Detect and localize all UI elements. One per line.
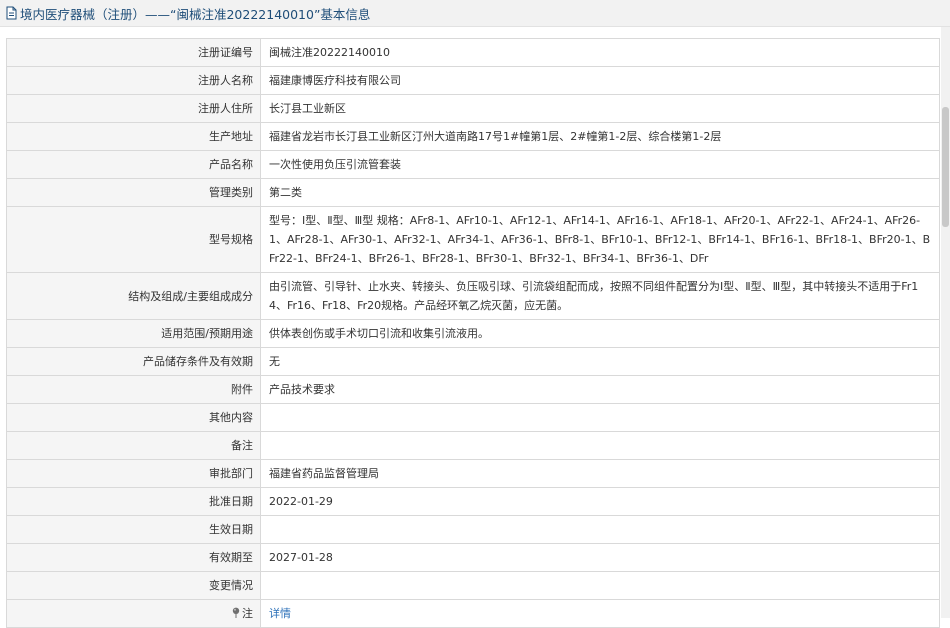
row-value bbox=[260, 571, 940, 600]
row-label: 产品储存条件及有效期 bbox=[6, 347, 261, 376]
table-row: 产品储存条件及有效期 无 bbox=[6, 347, 940, 376]
row-label: 附件 bbox=[6, 375, 261, 404]
row-label: 产品名称 bbox=[6, 150, 261, 179]
details-link[interactable]: 详情 bbox=[269, 607, 291, 620]
table-row: 注册证编号 闽械注准20222140010 bbox=[6, 38, 940, 67]
page-title: 境内医疗器械（注册）——“闽械注准20222140010”基本信息 bbox=[20, 6, 371, 22]
row-label: 备注 bbox=[6, 431, 261, 460]
row-value: 福建康博医疗科技有限公司 bbox=[260, 66, 940, 95]
row-label: 有效期至 bbox=[6, 543, 261, 572]
row-value: 一次性使用负压引流管套装 bbox=[260, 150, 940, 179]
table-row: 注册人名称 福建康博医疗科技有限公司 bbox=[6, 66, 940, 95]
row-value: 2027-01-28 bbox=[260, 543, 940, 572]
row-value: 闽械注准20222140010 bbox=[260, 38, 940, 67]
table-row: 注册人住所 长汀县工业新区 bbox=[6, 94, 940, 123]
table-row: 管理类别 第二类 bbox=[6, 178, 940, 207]
vertical-scrollbar[interactable] bbox=[941, 27, 950, 618]
row-value: 详情 bbox=[260, 599, 940, 628]
row-value bbox=[260, 515, 940, 544]
table-row: 批准日期 2022-01-29 bbox=[6, 487, 940, 516]
row-label: 适用范围/预期用途 bbox=[6, 319, 261, 348]
row-value: 2022-01-29 bbox=[260, 487, 940, 516]
table-row: 结构及组成/主要组成成分 由引流管、引导针、止水夹、转接头、负压吸引球、引流袋组… bbox=[6, 272, 940, 320]
row-value bbox=[260, 431, 940, 460]
table-row: 适用范围/预期用途 供体表创伤或手术切口引流和收集引流液用。 bbox=[6, 319, 940, 348]
table-row: 注 详情 bbox=[6, 599, 940, 628]
row-value: 产品技术要求 bbox=[260, 375, 940, 404]
row-label: 注册人名称 bbox=[6, 66, 261, 95]
row-label: 生效日期 bbox=[6, 515, 261, 544]
scrollbar-thumb[interactable] bbox=[942, 107, 949, 227]
row-value: 长汀县工业新区 bbox=[260, 94, 940, 123]
table-row: 生产地址 福建省龙岩市长汀县工业新区汀州大道南路17号1#幢第1层、2#幢第1-… bbox=[6, 122, 940, 151]
row-value: 福建省龙岩市长汀县工业新区汀州大道南路17号1#幢第1层、2#幢第1-2层、综合… bbox=[260, 122, 940, 151]
row-label: 其他内容 bbox=[6, 403, 261, 432]
row-label: 审批部门 bbox=[6, 459, 261, 488]
table-row: 产品名称 一次性使用负压引流管套装 bbox=[6, 150, 940, 179]
table-row: 审批部门 福建省药品监督管理局 bbox=[6, 459, 940, 488]
device-info-table: 注册证编号 闽械注准20222140010 注册人名称 福建康博医疗科技有限公司… bbox=[6, 38, 940, 628]
pin-icon bbox=[232, 605, 240, 618]
table-row: 变更情况 bbox=[6, 571, 940, 600]
row-value: 由引流管、引导针、止水夹、转接头、负压吸引球、引流袋组配而成，按照不同组件配置分… bbox=[260, 272, 940, 320]
row-label: 型号规格 bbox=[6, 206, 261, 273]
row-value bbox=[260, 403, 940, 432]
row-label: 结构及组成/主要组成成分 bbox=[6, 272, 261, 320]
table-row: 有效期至 2027-01-28 bbox=[6, 543, 940, 572]
note-row-label: 注 bbox=[6, 599, 261, 628]
table-row: 生效日期 bbox=[6, 515, 940, 544]
row-label: 变更情况 bbox=[6, 571, 261, 600]
row-value: 第二类 bbox=[260, 178, 940, 207]
row-label: 批准日期 bbox=[6, 487, 261, 516]
row-value: 无 bbox=[260, 347, 940, 376]
row-value: 供体表创伤或手术切口引流和收集引流液用。 bbox=[260, 319, 940, 348]
page-title-bar: 境内医疗器械（注册）——“闽械注准20222140010”基本信息 bbox=[0, 0, 950, 27]
row-value: 福建省药品监督管理局 bbox=[260, 459, 940, 488]
document-icon bbox=[5, 6, 18, 20]
row-value: 型号：Ⅰ型、Ⅱ型、Ⅲ型 规格：AFr8-1、AFr10-1、AFr12-1、AF… bbox=[260, 206, 940, 273]
table-row: 型号规格 型号：Ⅰ型、Ⅱ型、Ⅲ型 规格：AFr8-1、AFr10-1、AFr12… bbox=[6, 206, 940, 273]
row-label: 管理类别 bbox=[6, 178, 261, 207]
row-label: 生产地址 bbox=[6, 122, 261, 151]
row-label: 注册证编号 bbox=[6, 38, 261, 67]
row-label: 注 bbox=[242, 607, 253, 620]
row-label: 注册人住所 bbox=[6, 94, 261, 123]
table-row: 附件 产品技术要求 bbox=[6, 375, 940, 404]
table-row: 备注 bbox=[6, 431, 940, 460]
table-row: 其他内容 bbox=[6, 403, 940, 432]
